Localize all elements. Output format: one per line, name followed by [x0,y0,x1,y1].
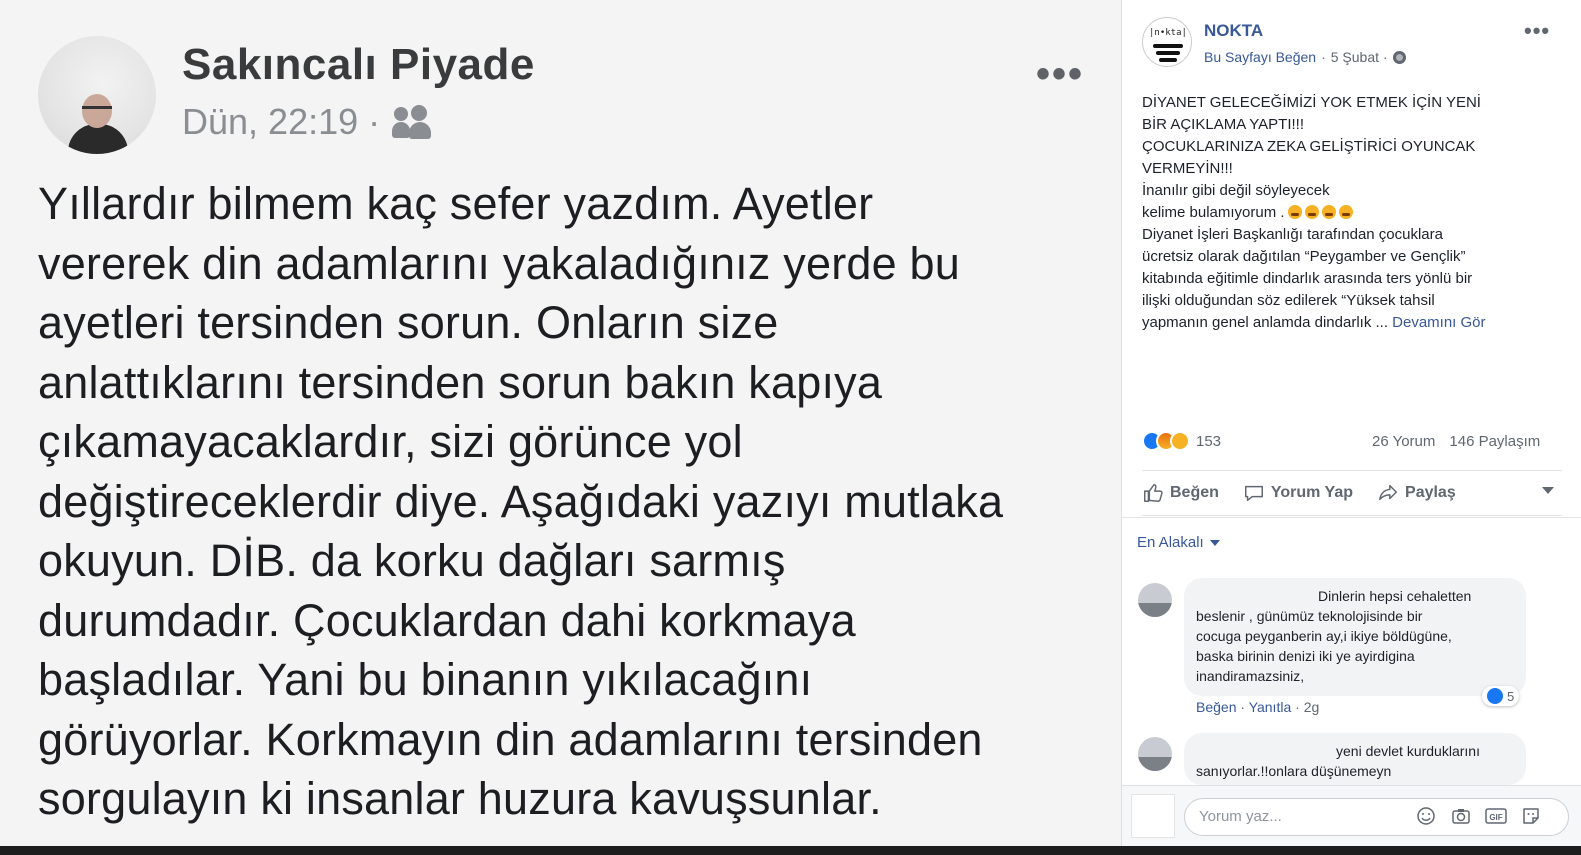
post-line: kelime bulamıyorum . [1142,204,1285,221]
post-sidebar: |n•kta| NOKTA Bu Sayfayı Beğen · 5 Şubat… [1121,0,1581,846]
commenter-avatar[interactable] [1138,737,1172,771]
audience-caret-icon[interactable] [1542,487,1554,494]
photo-text-line: durumdadır. Çocuklardan dahi korkmaya [38,594,856,646]
svg-text:GIF: GIF [1489,813,1502,822]
share-count[interactable]: 146 Paylaşım [1449,433,1540,450]
photo-text-line: başladılar. Yani bu binanın yıkılacağını [38,654,813,705]
divider [1122,517,1581,518]
page-logo-text: |n•kta| [1149,28,1187,38]
photo-text-line: okuyun. DİB. da korku dağları sarmış [38,535,786,586]
post-line-last: yapmanın genel anlamda dindarlık ... Dev… [1142,312,1562,334]
friends-icon [392,105,432,139]
comment-line: beslenir , günümüz teknolojisinde bir [1196,608,1423,624]
post-line: kitabında eğitimle dindarlık arasında te… [1142,270,1473,287]
like-button[interactable]: Beğen [1142,482,1219,504]
photo-text-line: vererek din adamlarını yakaladığınız yer… [38,237,961,289]
photo-more-icon: ••• [1036,52,1085,96]
action-bar: Beğen Yorum Yap Paylaş [1142,470,1562,516]
comment-input[interactable]: Yorum yaz... [1184,798,1569,836]
bottom-strip [0,846,1581,855]
page-subline: Bu Sayfayı Beğen · 5 Şubat · [1204,49,1406,65]
crying-emoji-icon [1287,205,1302,219]
like-reaction-icon [1487,688,1503,704]
comment-reply-link[interactable]: Yanıtla [1249,699,1292,715]
post-line: VERMEYİN!!! [1142,160,1233,177]
post-photo[interactable]: Sakıncalı Piyade Dün, 22:19 · ••• Yıllar… [0,0,1121,846]
like-button-label: Beğen [1170,484,1219,501]
comment-share-counts: 26 Yorum 146 Paylaşım [1372,433,1540,450]
comment-count[interactable]: 26 Yorum [1372,433,1435,450]
photo-post-meta: Dün, 22:19 · [182,101,432,143]
photo-text-line: sorgulayın ki insanlar huzura kavuşsunla… [38,773,882,824]
photo-post-time: Dün, 22:19 · [182,101,381,142]
comment-like-count: 5 [1507,688,1515,704]
post-line: BİR AÇIKLAMA YAPTI!!! [1142,116,1305,133]
comment-bubble: yeni devlet kurduklarını sanıyorlar.!!on… [1184,733,1526,785]
see-more-link[interactable]: Devamını Gör [1392,314,1485,331]
separator-dot: · [1321,49,1326,65]
post-line: İnanılır gibi değil söyleyecek [1142,182,1330,199]
comment-button-label: Yorum Yap [1270,484,1354,501]
separator-dot: · [1295,699,1300,715]
post-line: ilişki olduğundan söz edilerek “Yüksek t… [1142,292,1435,309]
comment-button[interactable]: Yorum Yap [1243,482,1353,504]
camera-icon[interactable] [1450,806,1472,828]
photo-author-name: Sakıncalı Piyade [182,40,535,89]
comment-bubble: Dinlerin hepsi cehaletten beslenir , gün… [1184,578,1526,696]
comment-icon [1244,485,1263,502]
page-avatar[interactable]: |n•kta| [1142,17,1192,67]
thumbs-up-icon [1144,484,1163,502]
comment-like-link[interactable]: Beğen [1196,699,1236,715]
comment-line: sanıyorlar.!!onlara düşünemeyn [1196,763,1392,779]
crying-emoji-icon [1338,205,1353,219]
emoji-icon[interactable] [1415,806,1437,828]
globe-icon [1392,50,1406,64]
share-button[interactable]: Paylaş [1377,482,1456,504]
post-line: DİYANET GELECEĞİMİZİ YOK ETMEK İÇİN YENİ [1142,94,1481,111]
post-date[interactable]: 5 Şubat · [1331,49,1388,65]
like-page-link[interactable]: Bu Sayfayı Beğen [1204,49,1316,65]
comment-like-badge[interactable]: 5 [1482,686,1520,706]
post-line: ÇOCUKLARINIZA ZEKA GELİŞTİRİCİ OYUNCAK [1142,138,1476,155]
crying-emoji-icon [1304,205,1319,219]
reactions-summary[interactable]: 153 [1142,431,1221,451]
photo-text-line: görüyorlar. Korkmayın din adamlarını ter… [38,713,983,765]
post-line: yapmanın genel anlamda dindarlık ... [1142,314,1388,331]
post-options-icon[interactable]: ••• [1524,18,1550,44]
comment-age[interactable]: 2g [1304,699,1320,715]
wow-reaction-icon [1170,431,1190,451]
comment-line: yeni devlet kurduklarını [1336,743,1480,759]
share-button-label: Paylaş [1405,484,1456,501]
chevron-down-icon [1209,539,1220,546]
sticker-icon[interactable] [1520,806,1542,828]
share-icon [1379,484,1397,501]
comment-line: inandiramazsiniz, [1196,668,1305,684]
comment-line: cocuga peyganberin ay,i ikiye böldügüne, [1196,628,1452,644]
comment-filter-label: En Alakalı [1137,534,1204,551]
comment-actions: Beğen · Yanıtla · 2g [1196,699,1319,715]
post-line-with-emoji: kelime bulamıyorum . [1142,202,1562,224]
crying-emoji-icon [1321,205,1336,219]
comment-line: Dinlerin hepsi cehaletten [1318,588,1472,604]
comment-filter[interactable]: En Alakalı [1137,534,1220,551]
post-line: ücretsiz olarak dağıtılan “Peygamber ve … [1142,248,1466,265]
comment-line: baska birinin denizi iki ye ayirdigina [1196,648,1415,664]
photo-text-line: ayetleri tersinden sorun. Onların size [38,297,779,348]
gif-icon[interactable]: GIF [1485,806,1507,828]
author-avatar [38,36,156,154]
reaction-count: 153 [1196,432,1222,450]
post-line: Diyanet İşleri Başkanlığı tarafından çoc… [1142,226,1443,243]
viewer-avatar [1131,794,1175,838]
page-name-link[interactable]: NOKTA [1204,21,1263,41]
comment-composer: Yorum yaz... GIF [1122,785,1581,846]
photo-text-line: çıkamayacaklardır, sizi görünce yol [38,416,743,467]
photo-text-line: Yıllardır bilmem kaç sefer yazdım. Ayetl… [38,178,874,229]
photo-text-line: değiştireceklerdir diye. Aşağıdaki yazıy… [38,475,1004,527]
commenter-avatar[interactable] [1138,583,1172,617]
post-text: DİYANET GELECEĞİMİZİ YOK ETMEK İÇİN YENİ… [1142,92,1562,334]
photo-text-line: anlattıklarını tersinden sorun bakın kap… [38,356,883,408]
separator-dot: · [1240,699,1246,715]
photo-post-text: Yıllardır bilmem kaç sefer yazdım. Ayetl… [38,174,1108,829]
